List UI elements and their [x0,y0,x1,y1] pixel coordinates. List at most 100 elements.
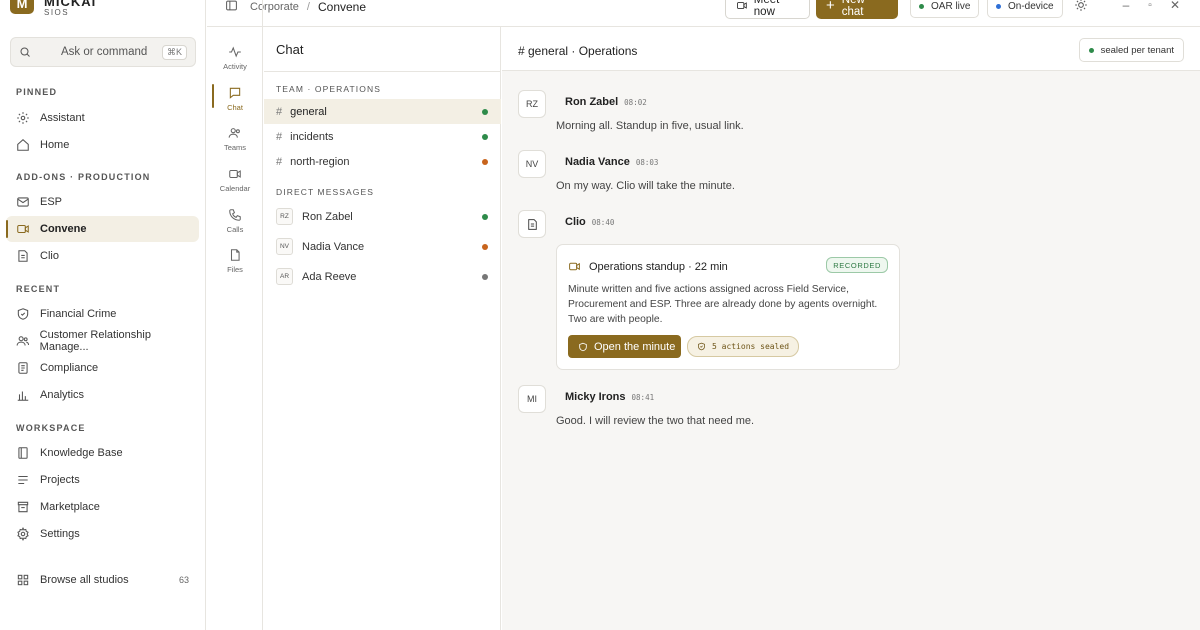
users-icon [228,128,240,138]
avatar[interactable]: MI [518,385,546,413]
breadcrumb-current: Convene [317,0,367,14]
ask-command-placeholder: Ask or command [61,46,148,58]
actions-sealed-badge[interactable]: 5 actions sealed [687,336,800,357]
message-time: 08:02 [624,98,647,107]
avatar[interactable]: NV [518,150,546,178]
sidebar-item-clio[interactable]: Clio [6,243,199,269]
sidebar-item-financial-crime[interactable]: Financial Crime [6,301,199,327]
on-device-status[interactable]: On-device [987,0,1063,18]
video-icon [737,2,747,9]
team-section-label: TEAM · OPERATIONS [276,84,381,94]
recording-title: Operations standup · 22 min [568,260,728,273]
top-bar: Corporate / Convene Meet now + New chat … [207,0,1200,27]
mail-icon [17,197,29,207]
avatar: AR [276,268,293,285]
open-minute-button[interactable]: Open the minute [568,335,681,358]
rail-label: Teams [223,143,247,152]
sidebar-item-compliance[interactable]: Compliance [6,355,199,381]
on-device-label: On-device [1008,0,1054,12]
sealed-per-tenant-badge[interactable]: sealed per tenant [1078,38,1184,62]
message-author[interactable]: Clio 08:40 [565,216,614,228]
channel-north-region[interactable]: # north-region [264,149,501,174]
dm-name: Ron Zabel [302,210,353,223]
minimize-icon[interactable]: – [1119,0,1133,12]
bar-chart-icon [17,391,29,401]
status-dot [482,108,488,115]
dm-ada-reeve[interactable]: AR Ada Reeve [264,264,501,289]
file-icon [230,249,240,261]
sidebar-item-home[interactable]: Home [6,132,199,158]
message-author[interactable]: Micky Irons 08:41 [565,391,654,403]
ask-command-input[interactable]: Ask or command ⌘K [10,37,196,67]
browse-all-studios[interactable]: Browse all studios 63 [6,567,199,593]
sidebar-item-analytics[interactable]: Analytics [6,382,199,408]
sidebar-item-label: Clio [40,250,59,262]
section-workspace: WORKSPACE [16,423,86,433]
breadcrumb-separator: / [306,1,310,13]
avatar[interactable]: RZ [518,90,546,118]
rail-files[interactable]: Files [207,244,263,284]
status-dot [482,133,488,140]
app-logo[interactable]: M [10,0,34,14]
sidebar-item-settings[interactable]: Settings [6,521,199,547]
divider [264,71,501,72]
shield-icon [17,308,29,320]
sidebar-item-projects[interactable]: Projects [6,467,199,493]
sidebar-item-knowledge-base[interactable]: Knowledge Base [6,440,199,466]
gear-icon [17,527,29,541]
rail-teams[interactable]: Teams [207,122,263,162]
conversation-panel: # general · Operations sealed per tenant… [502,27,1200,630]
sidebar-item-marketplace[interactable]: Marketplace [6,494,199,520]
actions-sealed-label: 5 actions sealed [712,342,790,351]
brand-subtitle: SIOS [44,8,70,17]
message-author[interactable]: Nadia Vance 08:03 [565,156,658,168]
oar-live-status[interactable]: OAR live [910,0,980,18]
sidebar-item-convene[interactable]: Convene [6,216,199,242]
rail-calls[interactable]: Calls [207,204,263,244]
channel-incidents[interactable]: # incidents [264,124,501,149]
message-author[interactable]: Ron Zabel 08:02 [565,96,647,108]
section-pinned: PINNED [16,87,58,97]
dm-nadia-vance[interactable]: NV Nadia Vance [264,234,501,259]
close-icon[interactable]: ✕ [1168,0,1182,12]
phone-icon [229,209,241,221]
clipboard-icon [18,362,28,374]
message-text: Good. I will review the two that need me… [556,415,755,427]
grid-icon [17,574,29,586]
sidebar-item-label: Compliance [40,362,99,374]
channel-general[interactable]: # general [264,99,501,124]
sidebar-item-esp[interactable]: ESP [6,189,199,215]
sun-icon[interactable] [1074,0,1088,12]
sidebar-item-assistant[interactable]: Assistant [6,105,199,131]
sparkle-icon [17,112,29,124]
list-icon [18,475,28,485]
maximize-icon[interactable]: ▫ [1143,0,1157,12]
hash-icon: # [276,105,283,118]
sidebar-item-label: ESP [40,196,63,208]
meet-now-label: Meet now [753,0,780,18]
conversation-header: # general · Operations sealed per tenant [502,27,1200,71]
rail-chat[interactable]: Chat [207,82,263,122]
rail-calendar[interactable]: Calendar [207,163,263,203]
message-time: 08:40 [591,218,615,227]
new-chat-label: New chat [841,0,865,18]
status-dot [482,243,488,250]
sidebar-item-label: Convene [40,223,87,235]
status-dot [482,213,488,220]
new-chat-button[interactable]: + New chat [816,0,898,19]
chat-bubble-icon [229,87,241,99]
message-time: 08:03 [635,158,659,167]
sidebar-item-label: Projects [40,474,80,486]
hash-icon: # [276,155,283,168]
dm-name: Nadia Vance [302,240,365,253]
video-icon [17,224,29,234]
clio-avatar[interactable] [518,210,546,238]
sidebar-item-label: Analytics [40,389,85,401]
dm-ron-zabel[interactable]: RZ Ron Zabel [264,204,501,229]
home-icon [17,139,29,151]
rail-label: Files [227,265,243,274]
meet-now-button[interactable]: Meet now [725,0,810,19]
rail-activity[interactable]: Activity [207,41,263,81]
sidebar-item-crm[interactable]: Customer Relationship Manage... [6,328,199,354]
document-icon [527,218,537,230]
